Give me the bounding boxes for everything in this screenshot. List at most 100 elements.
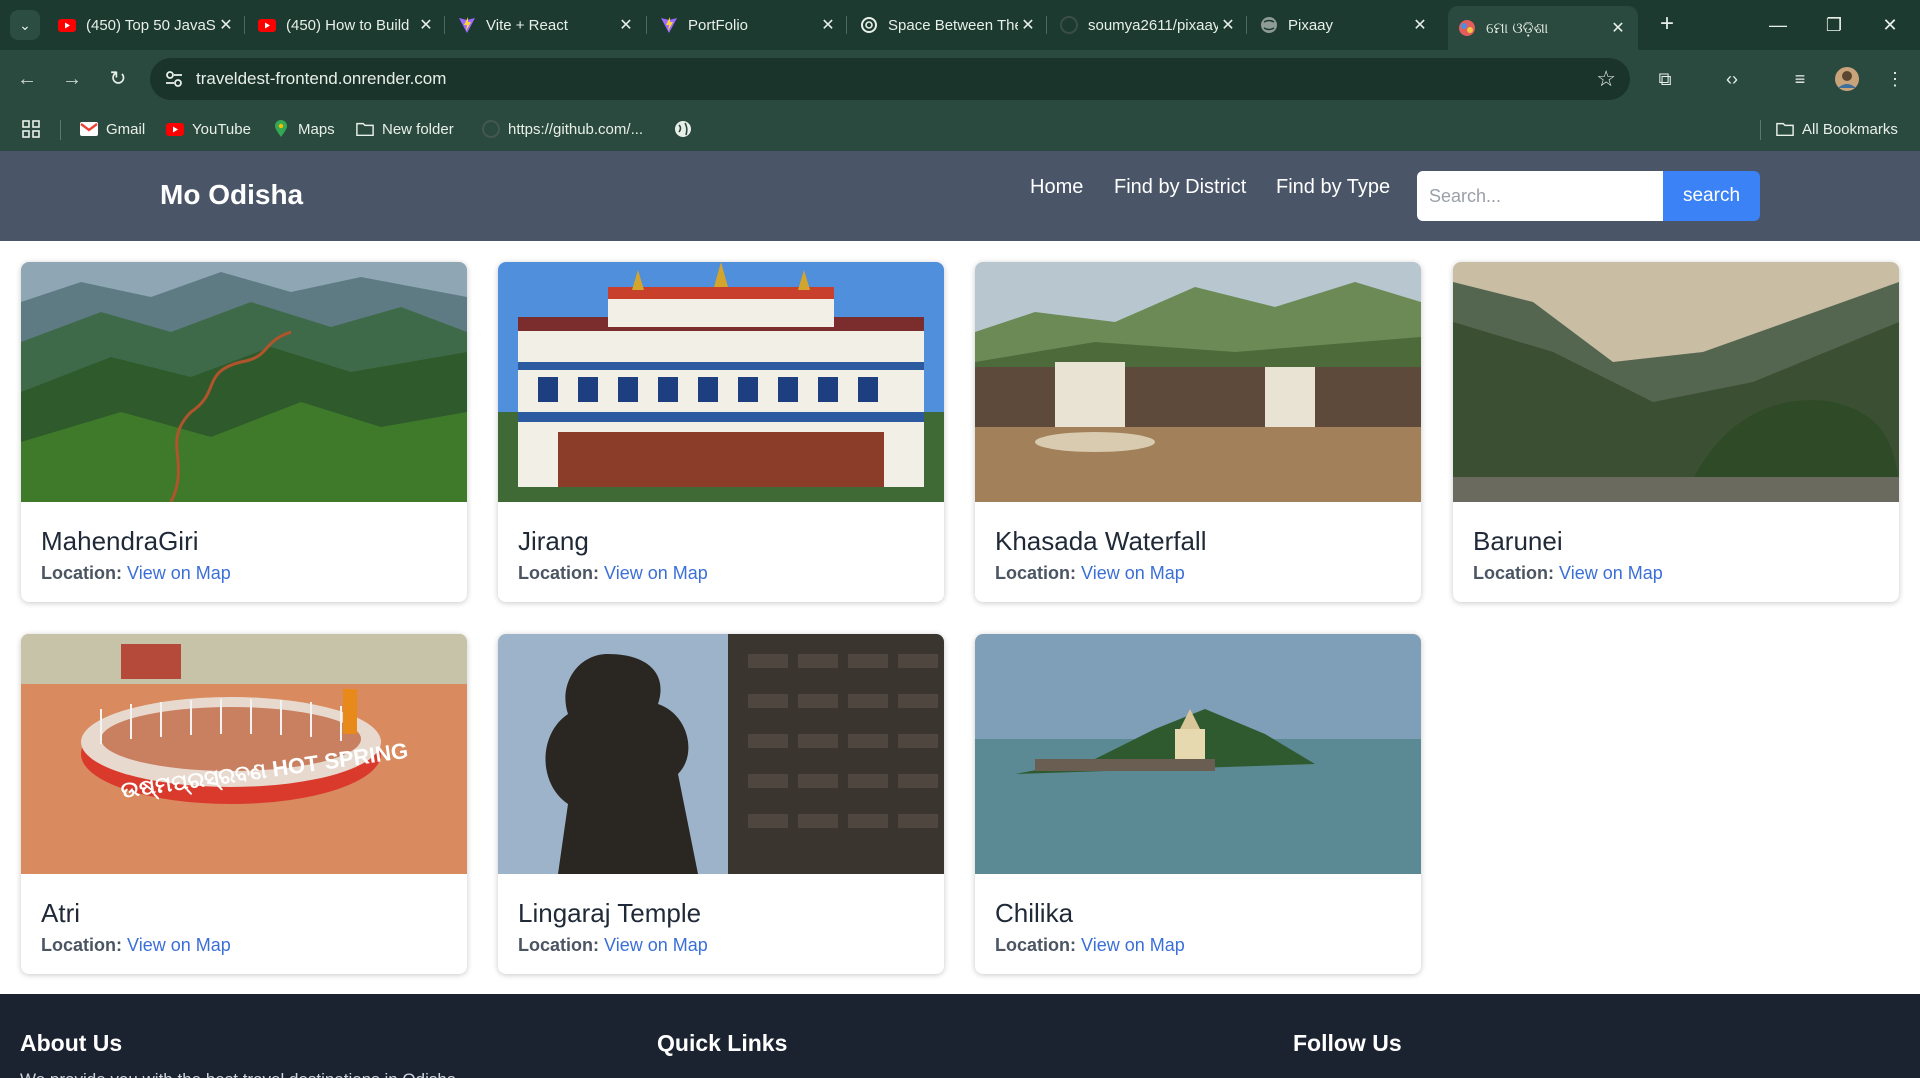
view-on-map-link[interactable]: View on Map xyxy=(604,563,708,583)
github-icon xyxy=(482,120,500,138)
bookmark-label: https://github.com/... xyxy=(508,120,644,138)
tab-1[interactable]: (450) How to Build ✕ xyxy=(258,8,436,42)
location-label: Location: xyxy=(518,563,599,583)
nav-find-by-district[interactable]: Find by District xyxy=(1114,176,1246,199)
tab-0[interactable]: (450) Top 50 JavaScript ✕ xyxy=(58,8,236,42)
site-footer: About Us Quick Links Follow Us We provid… xyxy=(0,994,1920,1078)
all-bookmarks[interactable]: All Bookmarks xyxy=(1776,118,1898,140)
bookmark-separator xyxy=(60,120,61,140)
apps-grid-icon[interactable] xyxy=(22,118,40,140)
address-bar[interactable]: traveldest-frontend.onrender.com ☆ xyxy=(150,58,1630,100)
bookmark-youtube[interactable]: YouTube xyxy=(166,118,251,140)
close-icon[interactable]: ✕ xyxy=(818,15,838,35)
place-name: Atri xyxy=(41,898,80,928)
bookmark-new-folder[interactable]: New folder xyxy=(356,118,454,140)
reload-icon[interactable]: ↻ xyxy=(103,64,133,94)
media-queue-icon[interactable]: ≡ xyxy=(1785,64,1815,94)
place-photo: ଉଷ୍ମପ୍ରସ୍ରବଣ HOT SPRING xyxy=(21,634,467,874)
tab-4[interactable]: Space Between The ✕ xyxy=(860,8,1038,42)
view-on-map-link[interactable]: View on Map xyxy=(1559,563,1663,583)
place-card-jirang[interactable]: Jirang Location: View on Map xyxy=(498,262,944,602)
kebab-menu-icon[interactable]: ⋮ xyxy=(1880,64,1910,94)
restore-icon[interactable]: ❐ xyxy=(1812,10,1856,40)
bookmark-globe[interactable] xyxy=(674,118,700,140)
bookmark-separator xyxy=(1760,120,1761,140)
tab-separator xyxy=(646,16,647,34)
footer-about-heading: About Us xyxy=(20,1030,123,1056)
bookmark-gmail[interactable]: Gmail xyxy=(80,118,145,140)
place-card-mahendragiri[interactable]: MahendraGiri Location: View on Map xyxy=(21,262,467,602)
chevron-down-icon: ⌄ xyxy=(19,16,31,33)
browser-tab-strip: ⌄ (450) Top 50 JavaScript ✕ (450) How to… xyxy=(0,0,1920,50)
place-location: Location: View on Map xyxy=(1473,563,1663,584)
nav-home[interactable]: Home xyxy=(1030,176,1083,199)
view-on-map-link[interactable]: View on Map xyxy=(604,935,708,955)
close-icon[interactable]: ✕ xyxy=(216,15,236,35)
place-name: MahendraGiri xyxy=(41,526,199,556)
close-icon[interactable]: ✕ xyxy=(1608,18,1628,38)
place-name: Jirang xyxy=(518,526,589,556)
vite-icon xyxy=(458,16,476,34)
youtube-icon xyxy=(166,120,184,138)
place-location: Location: View on Map xyxy=(41,935,231,956)
gmail-icon xyxy=(80,120,98,138)
back-arrow-icon[interactable]: ← xyxy=(12,64,42,94)
close-icon[interactable]: ✕ xyxy=(1218,15,1238,35)
code-icon[interactable]: ‹› xyxy=(1717,64,1747,94)
site-info-icon[interactable] xyxy=(164,69,184,89)
bookmark-star-icon[interactable]: ☆ xyxy=(1596,66,1616,92)
place-card-lingaraj-temple[interactable]: Lingaraj Temple Location: View on Map xyxy=(498,634,944,974)
close-icon[interactable]: ✕ xyxy=(416,15,436,35)
place-location: Location: View on Map xyxy=(995,935,1185,956)
tab-search-button[interactable]: ⌄ xyxy=(10,10,40,40)
tab-5[interactable]: soumya2611/pixaay ✕ xyxy=(1060,8,1238,42)
view-on-map-link[interactable]: View on Map xyxy=(127,563,231,583)
bookmark-label: YouTube xyxy=(192,120,251,138)
place-card-atri[interactable]: ଉଷ୍ମପ୍ରସ୍ରବଣ HOT SPRING Atri Location: V… xyxy=(21,634,467,974)
nav-find-by-type[interactable]: Find by Type xyxy=(1276,176,1390,199)
tab-2[interactable]: Vite + React ✕ xyxy=(458,8,636,42)
place-card-barunei[interactable]: Barunei Location: View on Map xyxy=(1453,262,1899,602)
search-input[interactable] xyxy=(1417,171,1663,221)
location-label: Location: xyxy=(995,935,1076,955)
place-card-chilika[interactable]: Chilika Location: View on Map xyxy=(975,634,1421,974)
close-icon[interactable]: ✕ xyxy=(1018,15,1038,35)
bookmark-maps[interactable]: Maps xyxy=(272,118,335,140)
tab-title: Vite + React xyxy=(486,16,568,34)
bookmark-github[interactable]: https://github.com/... xyxy=(482,118,643,140)
view-on-map-link[interactable]: View on Map xyxy=(127,935,231,955)
site-brand[interactable]: Mo Odisha xyxy=(160,179,303,211)
footer-follow-us-heading: Follow Us xyxy=(1293,1030,1402,1056)
new-tab-button[interactable]: + xyxy=(1652,10,1682,40)
close-icon[interactable]: ✕ xyxy=(616,15,636,35)
close-icon[interactable]: ✕ xyxy=(1410,15,1430,35)
place-photo xyxy=(1453,262,1899,502)
place-photo xyxy=(498,262,944,502)
location-label: Location: xyxy=(41,563,122,583)
tab-title: Space Between The xyxy=(888,16,1018,34)
tab-7-active[interactable]: ମୋ ଓଡ଼ିଶା ✕ xyxy=(1448,6,1638,50)
view-on-map-link[interactable]: View on Map xyxy=(1081,935,1185,955)
tab-separator xyxy=(1246,16,1247,34)
view-on-map-link[interactable]: View on Map xyxy=(1081,563,1185,583)
minimize-icon[interactable]: — xyxy=(1756,10,1800,40)
place-card-khasada-waterfall[interactable]: Khasada Waterfall Location: View on Map xyxy=(975,262,1421,602)
tab-3[interactable]: PortFolio ✕ xyxy=(660,8,838,42)
location-label: Location: xyxy=(995,563,1076,583)
forward-arrow-icon[interactable]: → xyxy=(57,64,87,94)
openai-icon xyxy=(860,16,878,34)
extensions-icon[interactable]: ⧉ xyxy=(1650,64,1680,94)
tab-separator xyxy=(444,16,445,34)
location-label: Location: xyxy=(1473,563,1554,583)
site-header: Mo Odisha Home Find by District Find by … xyxy=(0,151,1920,241)
tab-6[interactable]: Pixaay ✕ xyxy=(1260,8,1430,42)
youtube-icon xyxy=(58,16,76,34)
profile-avatar[interactable] xyxy=(1832,64,1862,94)
footer-quick-links-heading: Quick Links xyxy=(657,1030,788,1056)
place-name: Chilika xyxy=(995,898,1074,928)
tab-title: PortFolio xyxy=(688,16,749,34)
place-photo xyxy=(975,262,1421,502)
bookmark-label: Maps xyxy=(298,120,335,138)
search-button[interactable]: search xyxy=(1663,171,1760,221)
window-close-icon[interactable]: ✕ xyxy=(1868,10,1912,40)
